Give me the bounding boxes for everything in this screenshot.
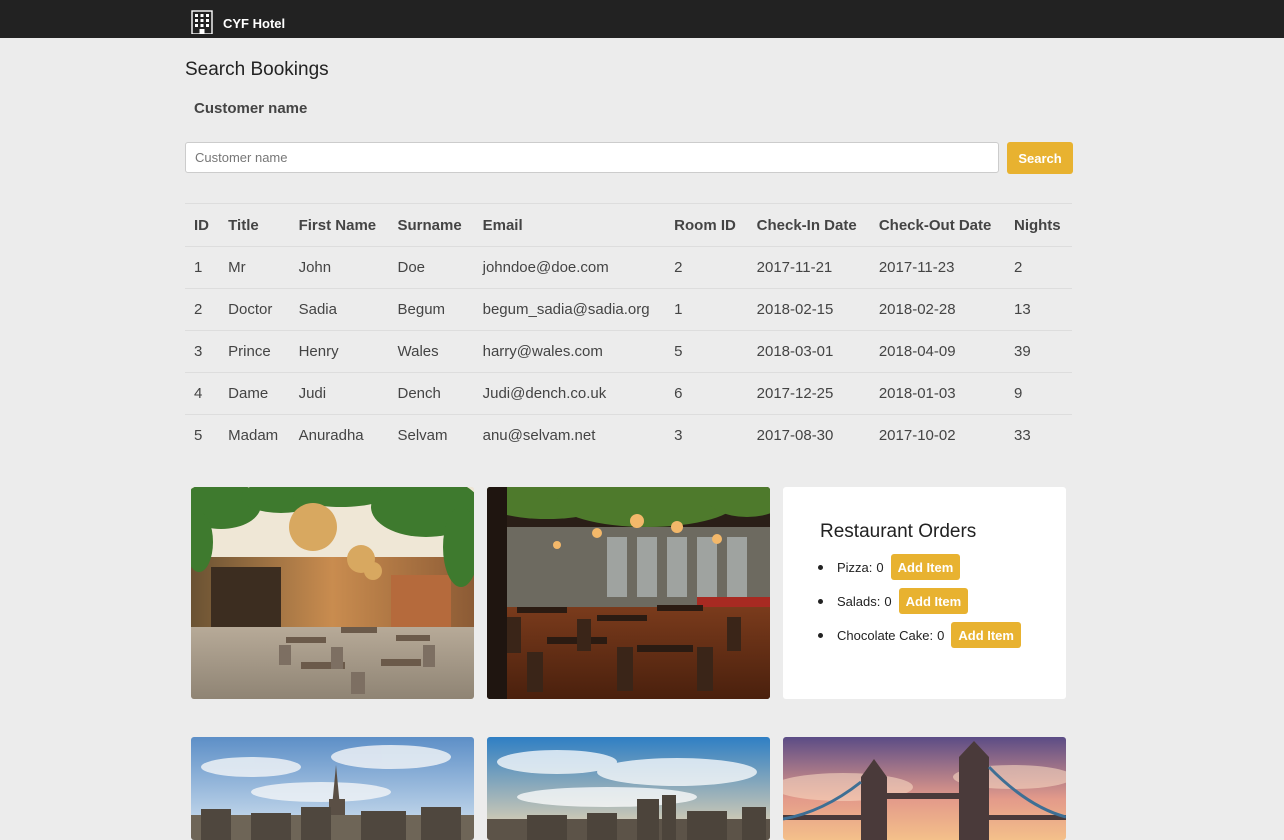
- column-header: Email: [473, 203, 666, 247]
- cell-id: 3: [185, 330, 220, 373]
- table-header-row: ID Title First Name Surname Email Room I…: [185, 203, 1072, 247]
- add-salads-button[interactable]: Add Item: [898, 588, 969, 614]
- table-row: 3 Prince Henry Wales harry@wales.com 5 2…: [185, 330, 1072, 373]
- order-item-count: 0: [884, 593, 892, 609]
- cell-check-in: 2017-12-25: [747, 372, 870, 415]
- bullet-icon: [818, 632, 823, 638]
- cell-room-id: 2: [665, 246, 748, 289]
- order-item-salads: Salads: 0 Add Item: [818, 588, 969, 614]
- cell-nights: 33: [1013, 427, 1031, 445]
- table-row: 1 Mr John Doe johndoe@doe.com 2 2017-11-…: [185, 246, 1072, 289]
- cell-nights: 9: [1004, 372, 1072, 415]
- cell-id: 1: [185, 246, 220, 289]
- order-item-name: Chocolate Cake:: [837, 627, 934, 643]
- column-header: Check-In Date: [747, 203, 870, 247]
- cell-room-id: 6: [665, 372, 748, 415]
- cell-id: 4: [185, 372, 220, 415]
- order-item-count: 0: [937, 627, 945, 643]
- bullet-icon: [818, 598, 823, 604]
- order-item-count: 0: [876, 559, 884, 575]
- cell-email: harry@wales.com: [473, 330, 666, 373]
- column-header: Surname: [388, 203, 474, 247]
- search-label: Customer name: [194, 100, 308, 117]
- restaurant-orders-title: Restaurant Orders: [820, 521, 977, 542]
- column-header: ID: [185, 203, 220, 247]
- column-header: Room ID: [665, 203, 748, 247]
- cell-surname: Begum: [388, 288, 474, 331]
- city-skyline-photo: [487, 737, 770, 840]
- cell-check-in: 2017-11-21: [747, 246, 870, 289]
- table-row: 5 Madam Anuradha Selvam anu@selvam.net 3…: [185, 415, 1072, 457]
- navbar: CYF Hotel: [0, 0, 1284, 38]
- cell-check-out: 2018-02-28: [869, 288, 1005, 331]
- cell-check-out: 2018-04-09: [869, 330, 1005, 373]
- brand-link[interactable]: CYF Hotel: [190, 10, 286, 34]
- bullet-icon: [818, 564, 823, 570]
- order-item-chocolate-cake: Chocolate Cake: 0 Add Item: [818, 622, 1021, 648]
- cell-room-id: 5: [665, 330, 748, 373]
- cell-check-out: 2017-11-23: [869, 246, 1005, 289]
- cell-email: johndoe@doe.com: [473, 246, 666, 289]
- cell-check-out: 2018-01-03: [869, 372, 1005, 415]
- cell-email: Judi@dench.co.uk: [473, 372, 666, 415]
- cell-title: Mr: [219, 246, 290, 289]
- cell-nights: 2: [1004, 246, 1072, 289]
- restaurant-dining-room-photo: [487, 487, 770, 699]
- cell-room-id: 3: [674, 427, 683, 445]
- brand-name: CYF Hotel: [223, 15, 286, 31]
- cell-id: 5: [194, 427, 203, 445]
- column-header: Title: [219, 203, 290, 247]
- cell-surname: Dench: [388, 372, 474, 415]
- cell-title: Dame: [219, 372, 290, 415]
- cell-check-in: 2017-08-30: [756, 427, 834, 445]
- table-row: 4 Dame Judi Dench Judi@dench.co.uk 6 201…: [185, 372, 1072, 415]
- cell-email: begum_sadia@sadia.org: [473, 288, 666, 331]
- cell-title: Doctor: [219, 288, 290, 331]
- cell-first-name: Anuradha: [298, 427, 364, 445]
- cell-first-name: Sadia: [289, 288, 389, 331]
- cell-email: anu@selvam.net: [482, 427, 596, 445]
- cell-id: 2: [185, 288, 220, 331]
- customer-name-input[interactable]: [185, 142, 999, 173]
- order-item-pizza: Pizza: 0 Add Item: [818, 554, 961, 580]
- add-chocolate-cake-button[interactable]: Add Item: [951, 622, 1021, 648]
- cell-check-out: 2017-10-02: [878, 427, 956, 445]
- tower-bridge-photo: [783, 737, 1066, 840]
- order-item-name: Pizza:: [837, 559, 873, 575]
- search-button[interactable]: Search: [1007, 142, 1073, 174]
- cell-surname: Wales: [388, 330, 474, 373]
- column-header: First Name: [289, 203, 389, 247]
- cell-check-in: 2018-03-01: [747, 330, 870, 373]
- column-header: Check-Out Date: [869, 203, 1005, 247]
- cell-surname: Doe: [388, 246, 474, 289]
- restaurant-orders-card: Restaurant Orders Pizza: 0 Add Item Sala…: [783, 487, 1066, 699]
- cell-surname: Selvam: [397, 427, 448, 445]
- table-row: 2 Doctor Sadia Begum begum_sadia@sadia.o…: [185, 288, 1072, 331]
- column-header: Nights: [1004, 203, 1072, 247]
- cell-room-id: 1: [665, 288, 748, 331]
- cell-nights: 13: [1004, 288, 1072, 331]
- page-title: Search Bookings: [185, 59, 329, 80]
- restaurant-interior-photo: [191, 487, 474, 699]
- add-pizza-button[interactable]: Add Item: [890, 554, 961, 580]
- bookings-table: ID Title First Name Surname Email Room I…: [185, 203, 1072, 457]
- city-cathedral-photo: [191, 737, 474, 840]
- hotel-building-icon: [191, 10, 213, 34]
- cell-first-name: John: [289, 246, 389, 289]
- cell-nights: 39: [1004, 330, 1072, 373]
- cell-check-in: 2018-02-15: [747, 288, 870, 331]
- cell-first-name: Judi: [289, 372, 389, 415]
- cell-first-name: Henry: [289, 330, 389, 373]
- cell-title: Madam: [228, 427, 279, 445]
- order-item-name: Salads:: [837, 593, 881, 609]
- cell-title: Prince: [219, 330, 290, 373]
